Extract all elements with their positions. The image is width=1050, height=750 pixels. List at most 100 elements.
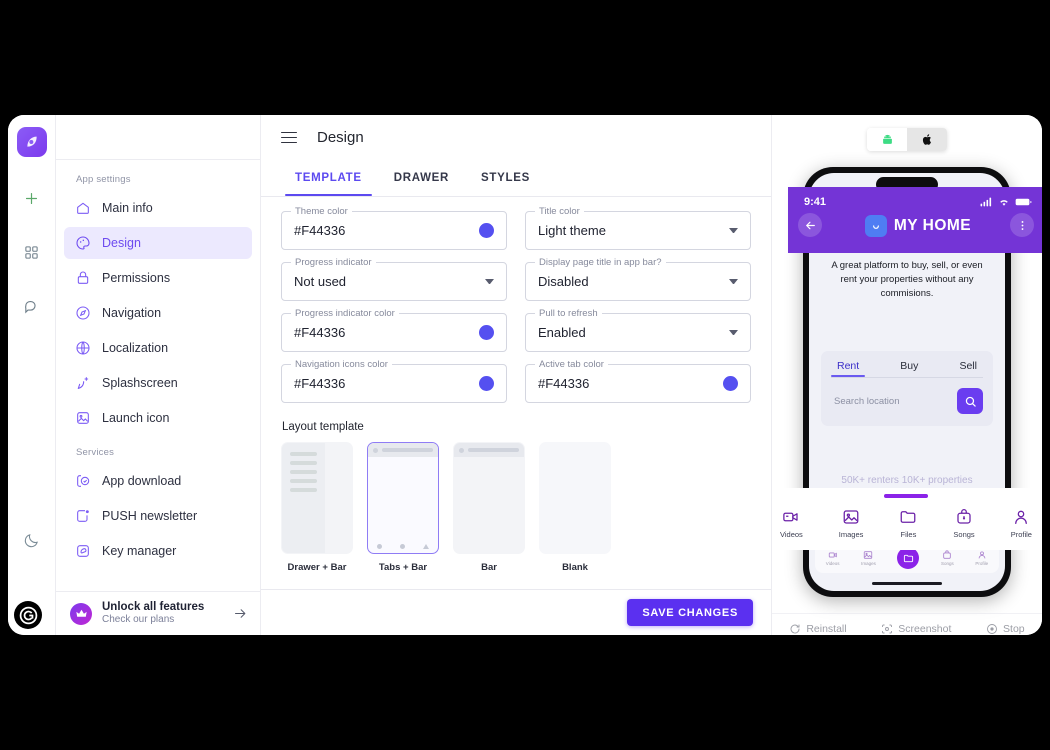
sidebar-item-design[interactable]: Design: [64, 227, 252, 259]
overlay-nav-images[interactable]: Images: [839, 508, 863, 539]
screenshot-button[interactable]: Screenshot: [881, 623, 951, 635]
overlay-nav-label: Profile: [1010, 529, 1032, 539]
add-button[interactable]: [15, 181, 49, 215]
sidebar-item-push-newsletter[interactable]: PUSH newsletter: [64, 500, 252, 532]
layout-option-tabs-bar[interactable]: Tabs + Bar: [367, 442, 439, 573]
sidebar-item-label: PUSH newsletter: [102, 509, 198, 523]
app-logo[interactable]: [16, 127, 47, 157]
progress-indicator-color-field[interactable]: Progress indicator color #F44336: [281, 308, 507, 352]
inner-nav-songs[interactable]: Songs: [941, 550, 954, 566]
overlay-nav-label: Videos: [780, 529, 803, 539]
divider: [831, 377, 983, 378]
inner-nav-images[interactable]: Images: [861, 550, 876, 566]
inner-nav-profile[interactable]: Profile: [975, 550, 988, 566]
globe-icon: [74, 340, 91, 357]
crown-icon: [70, 602, 92, 625]
chevron-down-icon[interactable]: [729, 228, 738, 233]
title-color-field[interactable]: Title color Light theme: [525, 206, 751, 250]
sidebar-item-localization[interactable]: Localization: [64, 332, 252, 364]
overlay-nav-videos[interactable]: Videos: [780, 508, 803, 539]
reinstall-button[interactable]: Reinstall: [789, 623, 847, 635]
search-card: Rent Buy Sell Search location: [821, 351, 993, 426]
layout-thumb: [539, 442, 611, 554]
sidebar-item-navigation[interactable]: Navigation: [64, 297, 252, 329]
overlay-app-bar: 9:41 MY HOME: [788, 187, 1042, 253]
thumb-topbar: [368, 443, 438, 457]
sidebar-item-main-info[interactable]: Main info: [64, 192, 252, 224]
tab-template[interactable]: TEMPLATE: [279, 160, 378, 196]
stats-text: 50K+ renters 10K+ properties: [841, 475, 973, 486]
layout-option-drawer-bar[interactable]: Drawer + Bar: [281, 442, 353, 573]
arrow-left-icon[interactable]: [798, 213, 822, 237]
overlay-nav-files[interactable]: Files: [899, 508, 917, 539]
chat-icon[interactable]: [15, 289, 49, 323]
dark-mode-toggle[interactable]: [15, 523, 49, 557]
progress-indicator-field[interactable]: Progress indicator Not used: [281, 257, 507, 301]
android-icon[interactable]: [867, 128, 907, 151]
sidebar-item-app-download[interactable]: App download: [64, 465, 252, 497]
overlay-nav-profile[interactable]: Profile: [1011, 508, 1032, 539]
stop-button[interactable]: Stop: [986, 623, 1025, 635]
tab-buy[interactable]: Buy: [900, 360, 918, 377]
grid-icon[interactable]: [15, 235, 49, 269]
field-label: Pull to refresh: [535, 308, 602, 319]
overlay-nav-songs[interactable]: Songs: [953, 508, 975, 539]
battery-icon: [1015, 197, 1032, 207]
layout-thumb: [367, 442, 439, 554]
thumb-bottombar: [368, 539, 438, 553]
palette-icon: [74, 235, 91, 252]
save-changes-button[interactable]: SAVE CHANGES: [627, 599, 753, 626]
overlay-nav-label: Files: [900, 529, 917, 539]
chevron-down-icon[interactable]: [485, 279, 494, 284]
color-swatch[interactable]: [479, 325, 494, 340]
field-value: Disabled: [538, 274, 589, 289]
theme-color-field[interactable]: Theme color #F44336: [281, 206, 507, 250]
home-indicator: [872, 582, 942, 585]
tab-sell[interactable]: Sell: [959, 360, 977, 377]
unlock-features-banner[interactable]: Unlock all features Check our plans: [56, 591, 260, 635]
layout-option-blank[interactable]: Blank: [539, 442, 611, 573]
color-swatch[interactable]: [479, 376, 494, 391]
sidebar-item-label: Permissions: [102, 271, 171, 285]
sidebar-item-key-manager[interactable]: Key manager: [64, 535, 252, 567]
status-icons: [980, 197, 1032, 207]
field-value: #F44336: [294, 325, 346, 340]
main-header: Design: [261, 115, 771, 160]
color-swatch[interactable]: [723, 376, 738, 391]
field-label: Active tab color: [535, 359, 608, 370]
inner-nav-files[interactable]: [897, 547, 920, 569]
tab-drawer[interactable]: DRAWER: [378, 160, 465, 196]
layout-template-row: Drawer + Bar Tabs + Bar Bar Blank: [281, 442, 751, 573]
more-vertical-icon[interactable]: [1010, 213, 1034, 237]
screenshot-label: Screenshot: [898, 622, 952, 635]
unlock-subtitle: Check our plans: [102, 614, 175, 626]
form-grid: Theme color #F44336 Title color Light th…: [281, 206, 751, 403]
chevron-down-icon[interactable]: [729, 330, 738, 335]
arrow-right-icon[interactable]: [233, 606, 248, 621]
field-label: Navigation icons color: [291, 359, 392, 370]
inner-nav-label: Videos: [825, 561, 840, 566]
chevron-down-icon[interactable]: [729, 279, 738, 284]
color-swatch[interactable]: [479, 223, 494, 238]
tab-styles[interactable]: STYLES: [465, 160, 546, 196]
field-value: Light theme: [538, 223, 606, 238]
sidebar-item-launch-icon[interactable]: Launch icon: [64, 402, 252, 434]
pull-to-refresh-field[interactable]: Pull to refresh Enabled: [525, 308, 751, 352]
layout-option-bar[interactable]: Bar: [453, 442, 525, 573]
inner-nav-videos[interactable]: Videos: [825, 550, 840, 566]
hamburger-icon[interactable]: [281, 131, 297, 144]
sidebar-item-permissions[interactable]: Permissions: [64, 262, 252, 294]
search-input[interactable]: Search location: [831, 396, 951, 407]
navigation-icons-color-field[interactable]: Navigation icons color #F44336: [281, 359, 507, 403]
image-icon: [74, 410, 91, 427]
sidebar-item-splashscreen[interactable]: Splashscreen: [64, 367, 252, 399]
apple-icon[interactable]: [907, 128, 947, 151]
field-value: #F44336: [538, 376, 590, 391]
active-tab-color-field[interactable]: Active tab color #F44336: [525, 359, 751, 403]
field-label: Title color: [535, 206, 584, 217]
drag-handle[interactable]: [884, 494, 928, 498]
tab-rent[interactable]: Rent: [830, 360, 866, 377]
display-page-title-field[interactable]: Display page title in app bar? Disabled: [525, 257, 751, 301]
search-icon[interactable]: [957, 388, 983, 414]
device-preview-panel: Buy, rent or sell your property easily A…: [772, 115, 1042, 635]
